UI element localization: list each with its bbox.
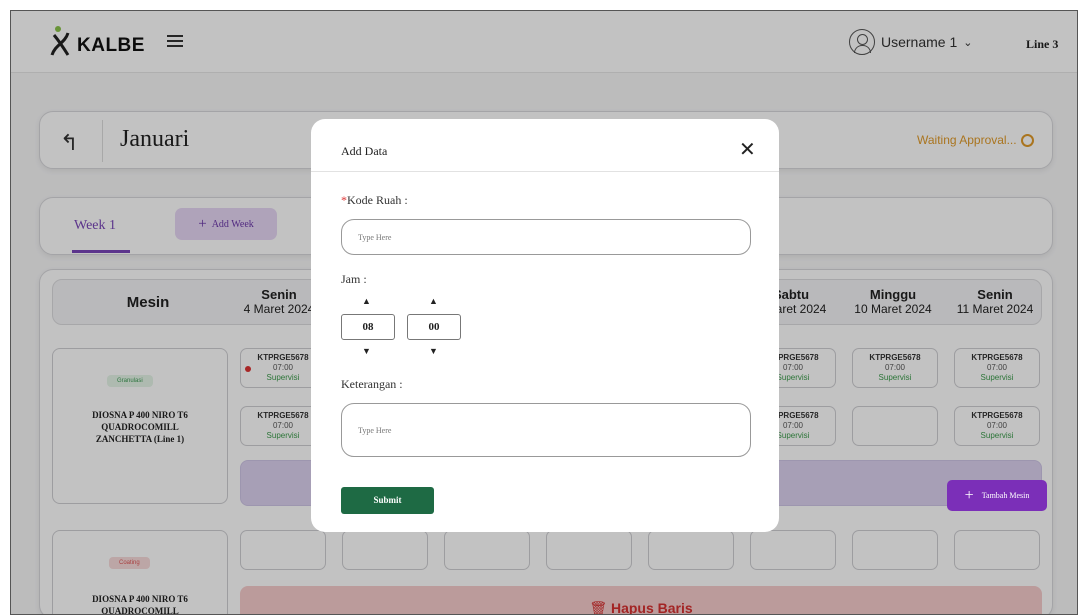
kode-ruah-label-text: Kode Ruah : — [347, 193, 408, 207]
jam-label: Jam : — [341, 272, 367, 286]
close-icon[interactable]: ✕ — [739, 137, 756, 162]
hour-input[interactable]: 08 — [341, 314, 395, 340]
modal-title: Add Data — [341, 144, 388, 158]
kode-ruah-label: *Kode Ruah : — [341, 193, 408, 208]
keterangan-textarea[interactable]: Type Here — [341, 403, 751, 457]
app-window: KALBE Username 1 ⌄ Line 3 ↰ Januari Wait… — [10, 10, 1078, 615]
minute-down-arrow-icon[interactable]: ▼ — [429, 346, 438, 356]
hour-down-arrow-icon[interactable]: ▼ — [362, 346, 371, 356]
hour-up-arrow-icon[interactable]: ▲ — [362, 296, 371, 306]
minute-up-arrow-icon[interactable]: ▲ — [429, 296, 438, 306]
minute-input[interactable]: 00 — [407, 314, 461, 340]
divider — [311, 171, 779, 172]
add-data-modal: Add Data ✕ *Kode Ruah : Type Here Jam : … — [311, 119, 779, 532]
tambah-mesin-label: Tambah Mesin — [981, 491, 1030, 500]
submit-button[interactable]: Submit — [341, 487, 434, 514]
keterangan-label: Keterangan : — [341, 377, 403, 391]
plus-icon: + — [964, 486, 974, 504]
tambah-mesin-button[interactable]: + Tambah Mesin — [947, 480, 1047, 511]
kode-ruah-input[interactable]: Type Here — [341, 219, 751, 255]
